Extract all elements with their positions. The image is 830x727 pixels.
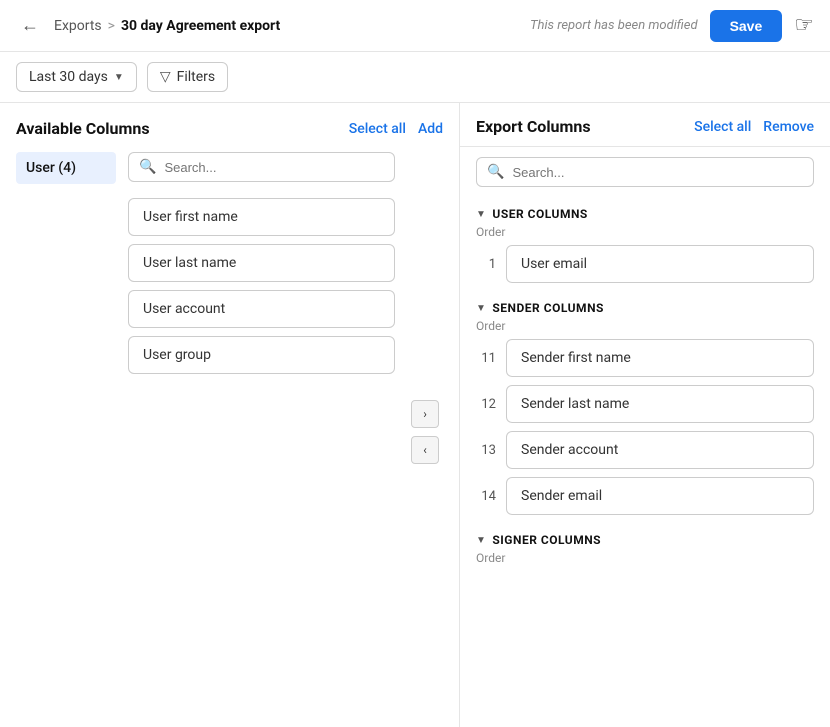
list-item[interactable]: User account <box>128 290 395 328</box>
main-content: Available Columns Select all Add User (4… <box>0 103 830 727</box>
sender-columns-section-header: ▼ SENDER COLUMNS <box>476 291 814 319</box>
left-search-input[interactable] <box>164 160 384 175</box>
add-button[interactable]: Add <box>418 121 443 137</box>
left-panel-header: Available Columns Select all Add <box>16 119 443 138</box>
export-item[interactable]: Sender last name <box>506 385 814 423</box>
export-columns-scroll[interactable]: ▼ USER COLUMNS Order 1 User email ▼ SEND… <box>460 197 830 727</box>
category-list: User (4) <box>16 152 116 711</box>
table-row: 13 Sender account <box>476 431 814 469</box>
list-item[interactable]: User first name <box>128 198 395 236</box>
user-columns-label: USER COLUMNS <box>492 207 587 221</box>
search-icon: 🔍 <box>487 164 504 180</box>
section-chevron-icon: ▼ <box>476 209 486 220</box>
right-search-input[interactable] <box>512 165 803 180</box>
category-item-user[interactable]: User (4) <box>16 152 116 184</box>
breadcrumb-parent[interactable]: Exports <box>54 18 102 34</box>
items-area: 🔍 User first name User last name User ac… <box>128 152 395 711</box>
export-item[interactable]: Sender account <box>506 431 814 469</box>
sender-order-label: Order <box>476 319 814 333</box>
search-icon: 🔍 <box>139 159 156 175</box>
order-number: 12 <box>476 397 496 412</box>
user-order-label: Order <box>476 225 814 239</box>
move-left-button[interactable]: ‹ <box>411 436 439 464</box>
signer-order-label: Order <box>476 551 814 565</box>
filter-button[interactable]: ▽ Filters <box>147 62 228 92</box>
save-button[interactable]: Save <box>710 10 783 42</box>
order-number: 13 <box>476 443 496 458</box>
export-item[interactable]: User email <box>506 245 814 283</box>
filter-label: Filters <box>177 69 216 85</box>
right-panel-title: Export Columns <box>476 117 591 136</box>
breadcrumb-current: 30 day Agreement export <box>121 18 280 34</box>
right-remove-button[interactable]: Remove <box>763 119 814 135</box>
export-item[interactable]: Sender email <box>506 477 814 515</box>
table-row: 11 Sender first name <box>476 339 814 377</box>
header-left: ← Exports > 30 day Agreement export <box>16 12 280 40</box>
export-item[interactable]: Sender first name <box>506 339 814 377</box>
right-panel-header: Export Columns Select all Remove <box>460 103 830 147</box>
signer-columns-section-header: ▼ SIGNER COLUMNS <box>476 523 814 551</box>
list-item[interactable]: User last name <box>128 244 395 282</box>
breadcrumb: Exports > 30 day Agreement export <box>54 18 280 34</box>
section-chevron-icon: ▼ <box>476 535 486 546</box>
order-number: 14 <box>476 489 496 504</box>
list-item[interactable]: User group <box>128 336 395 374</box>
toolbar: Last 30 days ▼ ▽ Filters <box>0 52 830 103</box>
table-row: 14 Sender email <box>476 477 814 515</box>
select-all-button[interactable]: Select all <box>349 121 406 137</box>
right-select-all-button[interactable]: Select all <box>694 119 751 135</box>
header-right: This report has been modified Save ☞ <box>530 10 814 42</box>
back-button[interactable]: ← <box>16 12 44 40</box>
chevron-down-icon: ▼ <box>114 72 124 83</box>
section-chevron-icon: ▼ <box>476 303 486 314</box>
right-panel: Export Columns Select all Remove 🔍 ▼ USE… <box>460 103 830 727</box>
date-label: Last 30 days <box>29 69 108 85</box>
breadcrumb-separator: > <box>108 18 115 34</box>
table-row: 1 User email <box>476 245 814 283</box>
right-panel-actions: Select all Remove <box>694 119 814 135</box>
table-row: 12 Sender last name <box>476 385 814 423</box>
left-search-box: 🔍 <box>128 152 395 182</box>
cursor-icon: ☞ <box>794 13 814 38</box>
modified-text: This report has been modified <box>530 18 698 33</box>
right-search-box: 🔍 <box>476 157 814 187</box>
left-columns-area: User (4) 🔍 User first name User last nam… <box>16 152 443 711</box>
left-panel-title: Available Columns <box>16 119 150 138</box>
order-number: 11 <box>476 351 496 366</box>
sender-columns-label: SENDER COLUMNS <box>492 301 604 315</box>
order-number: 1 <box>476 257 496 272</box>
header: ← Exports > 30 day Agreement export This… <box>0 0 830 52</box>
signer-columns-label: SIGNER COLUMNS <box>492 533 601 547</box>
right-search-area: 🔍 <box>460 147 830 197</box>
back-icon: ← <box>21 15 39 36</box>
filter-icon: ▽ <box>160 69 171 85</box>
date-dropdown[interactable]: Last 30 days ▼ <box>16 62 137 92</box>
transfer-buttons: › ‹ <box>407 152 443 711</box>
left-panel: Available Columns Select all Add User (4… <box>0 103 460 727</box>
move-right-button[interactable]: › <box>411 400 439 428</box>
left-panel-actions: Select all Add <box>349 121 443 137</box>
user-columns-section-header: ▼ USER COLUMNS <box>476 197 814 225</box>
